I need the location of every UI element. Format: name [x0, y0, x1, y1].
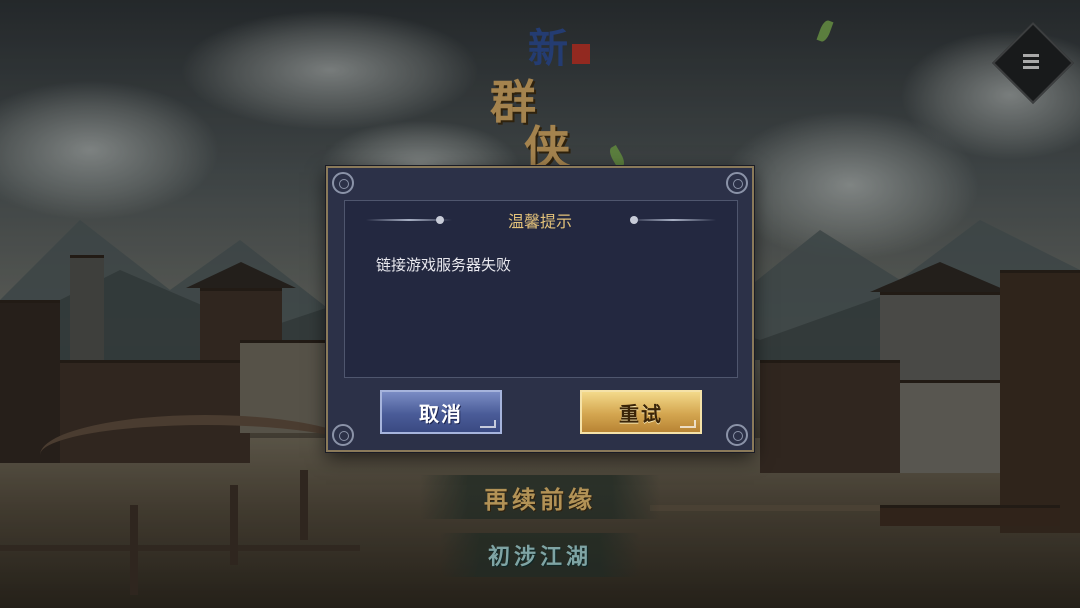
cancel-button[interactable]: 取消 — [380, 390, 502, 434]
dialog-title-row: 温馨提示 — [328, 208, 752, 232]
corner-ornament-icon — [332, 172, 354, 194]
corner-ornament-icon — [332, 424, 354, 446]
dialog-title: 温馨提示 — [507, 212, 572, 231]
retry-button[interactable]: 重试 — [580, 390, 702, 434]
corner-ornament-icon — [726, 172, 748, 194]
dialog-message: 链接游戏服务器失败 — [376, 256, 512, 274]
alert-dialog: 温馨提示 链接游戏服务器失败 取消 重试 — [326, 166, 754, 452]
corner-ornament-icon — [726, 424, 748, 446]
